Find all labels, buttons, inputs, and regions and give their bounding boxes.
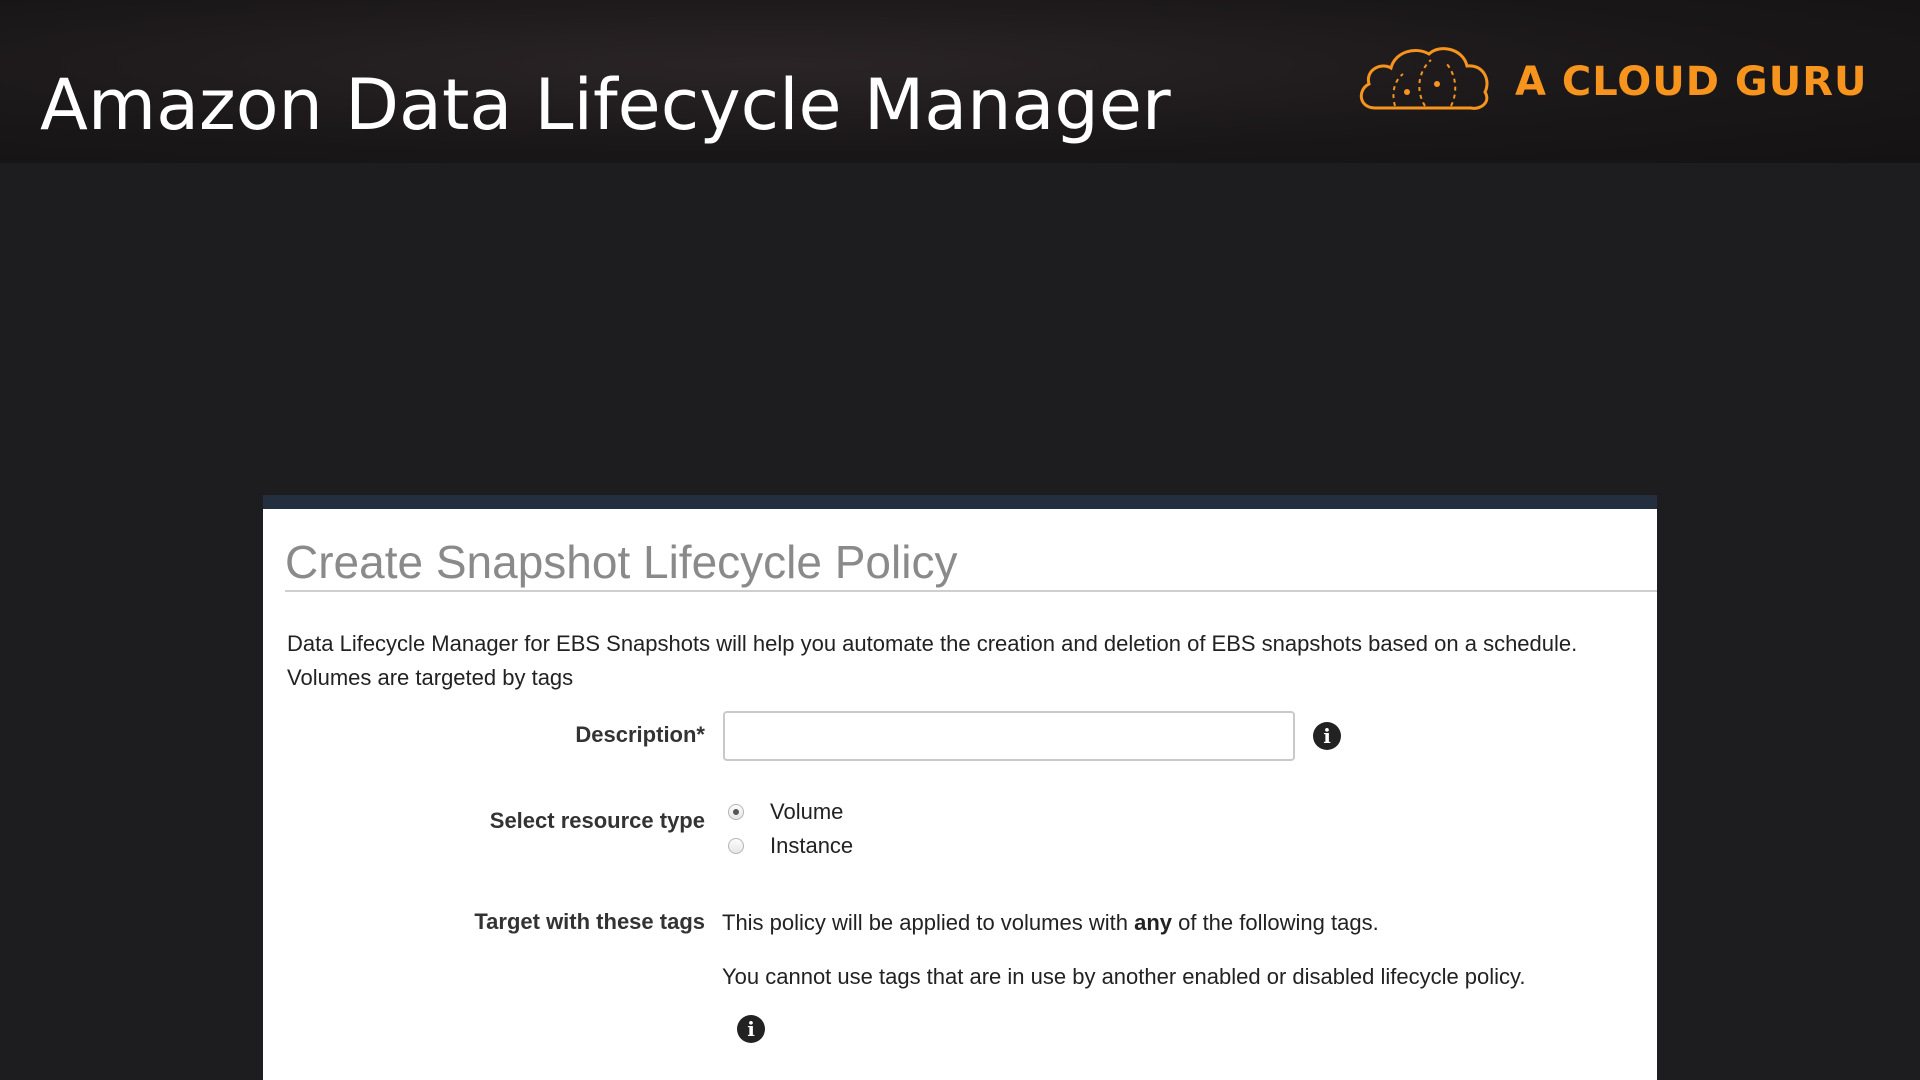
title-divider <box>285 590 1657 592</box>
description-input[interactable] <box>723 711 1295 761</box>
instance-label: Instance <box>770 833 854 858</box>
radio-option-instance[interactable]: Instance <box>728 831 853 861</box>
panel-title: Create Snapshot Lifecycle Policy <box>285 536 958 588</box>
tags-text-part: of the following tags. <box>1172 910 1379 935</box>
slide-header: Amazon Data Lifecycle Manager A CLOUD GU… <box>0 0 1920 163</box>
tags-text-emphasis: any <box>1134 910 1172 935</box>
console-top-bar <box>263 495 1657 509</box>
resource-type-label: Select resource type <box>489 808 705 833</box>
target-tags-description: This policy will be applied to volumes w… <box>722 910 1379 936</box>
create-policy-panel: Create Snapshot Lifecycle Policy Data Li… <box>263 509 1657 1080</box>
tags-text-part: This policy will be applied to volumes w… <box>722 910 1135 935</box>
brand-name: A CLOUD GURU <box>1515 59 1868 105</box>
info-icon[interactable]: i <box>737 1015 765 1043</box>
volume-label: Volume <box>770 799 844 824</box>
volume-radio[interactable] <box>728 804 744 820</box>
intro-line-2: Volumes are targeted by tags <box>287 665 574 690</box>
info-icon[interactable]: i <box>1313 722 1341 750</box>
intro-line-1: Data Lifecycle Manager for EBS Snapshots… <box>287 631 1578 656</box>
intro-text: Data Lifecycle Manager for EBS Snapshots… <box>287 627 1647 695</box>
description-label: Description* <box>575 722 705 747</box>
slide-title: Amazon Data Lifecycle Manager <box>40 64 1171 146</box>
brand-logo: A CLOUD GURU <box>1355 42 1868 122</box>
instance-radio[interactable] <box>728 838 744 854</box>
target-tags-label: Target with these tags <box>474 909 705 934</box>
radio-option-volume[interactable]: Volume <box>728 797 843 827</box>
target-tags-note: You cannot use tags that are in use by a… <box>722 964 1526 989</box>
cloud-icon <box>1355 40 1495 125</box>
